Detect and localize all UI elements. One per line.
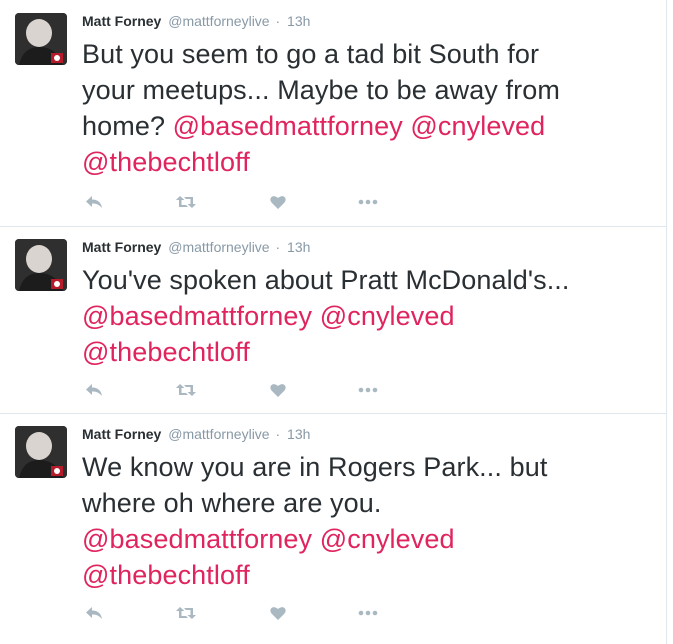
author-handle[interactable]: @mattforneylive xyxy=(168,239,269,255)
heart-icon xyxy=(270,607,286,620)
text-line: But you seem to go a tad bit South for xyxy=(82,39,540,69)
more-icon xyxy=(358,199,378,205)
retweet-icon xyxy=(176,607,196,619)
avatar[interactable] xyxy=(15,239,67,291)
retweet-button[interactable] xyxy=(174,380,198,400)
mention-link[interactable]: @thebechtloff xyxy=(82,147,250,177)
like-button[interactable] xyxy=(266,603,290,623)
mention-link[interactable]: @cnyleved xyxy=(320,524,455,554)
reply-icon xyxy=(86,607,102,619)
mention-link[interactable]: @basedmattforney xyxy=(82,301,312,331)
reply-button[interactable] xyxy=(82,603,106,623)
avatar[interactable] xyxy=(15,13,67,65)
mention-link[interactable]: @thebechtloff xyxy=(82,560,250,590)
author-name[interactable]: Matt Forney xyxy=(82,239,161,255)
author-name[interactable]: Matt Forney xyxy=(82,426,161,442)
reply-icon xyxy=(86,384,102,396)
like-button[interactable] xyxy=(266,192,290,212)
timestamp[interactable]: 13h xyxy=(287,13,310,29)
mention-link[interactable]: @thebechtloff xyxy=(82,337,250,367)
text-line: where oh where are you. xyxy=(82,488,382,518)
tweet[interactable]: Matt Forney @mattforneylive · 13h We kno… xyxy=(0,413,666,644)
tweet[interactable]: Matt Forney @mattforneylive · 13h You've… xyxy=(0,226,666,414)
mention-link[interactable]: @basedmattforney xyxy=(82,524,312,554)
tweet-header: Matt Forney @mattforneylive · 13h xyxy=(82,238,310,256)
text-line: We know you are in Rogers Park... but xyxy=(82,452,548,482)
retweet-icon xyxy=(176,196,196,208)
tweet-text: You've spoken about Pratt McDonald's... … xyxy=(82,262,652,370)
timestamp[interactable]: 13h xyxy=(287,239,310,255)
author-handle[interactable]: @mattforneylive xyxy=(168,426,269,442)
tweet-header: Matt Forney @mattforneylive · 13h xyxy=(82,425,310,443)
author-name[interactable]: Matt Forney xyxy=(82,13,161,29)
text-line: home? xyxy=(82,111,166,141)
tweet-text: We know you are in Rogers Park... but wh… xyxy=(82,449,652,593)
timestamp[interactable]: 13h xyxy=(287,426,310,442)
heart-icon xyxy=(270,196,286,209)
text-line: your meetups... Maybe to be away from xyxy=(82,75,560,105)
mention-link[interactable]: @cnyleved xyxy=(320,301,455,331)
reply-button[interactable] xyxy=(82,192,106,212)
reply-icon xyxy=(86,196,102,208)
more-button[interactable] xyxy=(356,380,380,400)
separator: · xyxy=(275,426,281,442)
reply-button[interactable] xyxy=(82,380,106,400)
mention-link[interactable]: @cnyleved xyxy=(410,111,545,141)
more-button[interactable] xyxy=(356,192,380,212)
author-handle[interactable]: @mattforneylive xyxy=(168,13,269,29)
like-button[interactable] xyxy=(266,380,290,400)
tweet-text: But you seem to go a tad bit South for y… xyxy=(82,36,652,180)
retweet-button[interactable] xyxy=(174,192,198,212)
tweet-header: Matt Forney @mattforneylive · 13h xyxy=(82,12,310,30)
more-button[interactable] xyxy=(356,603,380,623)
heart-icon xyxy=(270,384,286,397)
more-icon xyxy=(358,610,378,616)
mention-link[interactable]: @basedmattforney xyxy=(173,111,403,141)
retweet-icon xyxy=(176,384,196,396)
tweet[interactable]: Matt Forney @mattforneylive · 13h But yo… xyxy=(0,0,666,227)
timeline: Matt Forney @mattforneylive · 13h But yo… xyxy=(0,0,667,644)
separator: · xyxy=(275,13,281,29)
retweet-button[interactable] xyxy=(174,603,198,623)
more-icon xyxy=(358,387,378,393)
text-line: You've spoken about Pratt McDonald's... xyxy=(82,265,570,295)
separator: · xyxy=(275,239,281,255)
avatar[interactable] xyxy=(15,426,67,478)
